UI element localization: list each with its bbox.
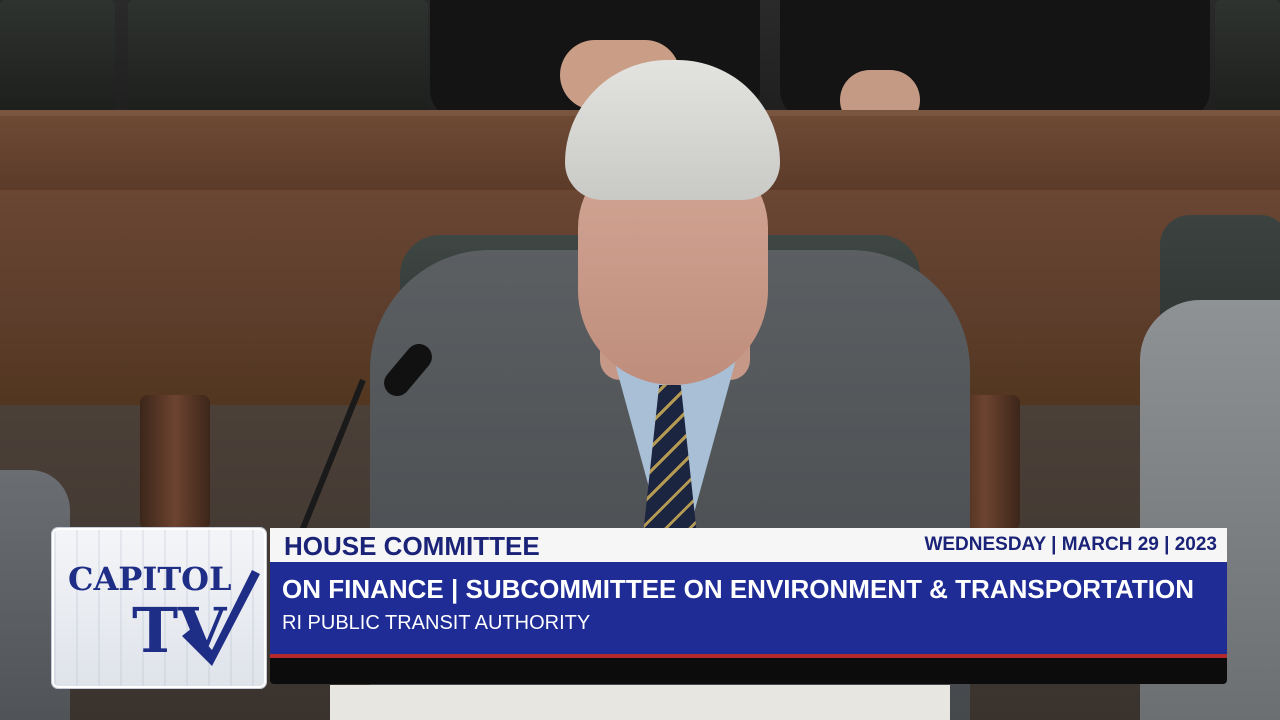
gallery-chair <box>1215 0 1280 115</box>
banner-title: HOUSE COMMITTEE <box>284 531 540 561</box>
banner-subtitle: ON FINANCE | SUBCOMMITTEE ON ENVIRONMENT… <box>282 574 1194 604</box>
capitol-tv-logo: CAPITOL TV <box>52 528 266 688</box>
banner-topic: RI PUBLIC TRANSIT AUTHORITY <box>282 612 591 634</box>
logo-text-tv: TV <box>132 594 227 667</box>
banner-date: WEDNESDAY | MARCH 29 | 2023 <box>924 534 1217 555</box>
banner-bottom-bar <box>270 658 1227 684</box>
gallery-chair <box>128 0 428 115</box>
desk-leg <box>140 395 210 530</box>
banner-header: HOUSE COMMITTEE WEDNESDAY | MARCH 29 | 2… <box>270 528 1227 562</box>
banner-body: ON FINANCE | SUBCOMMITTEE ON ENVIRONMENT… <box>270 562 1227 654</box>
gallery-chair <box>0 0 115 115</box>
papers <box>330 685 950 720</box>
logo-text-capitol: CAPITOL <box>68 560 232 598</box>
